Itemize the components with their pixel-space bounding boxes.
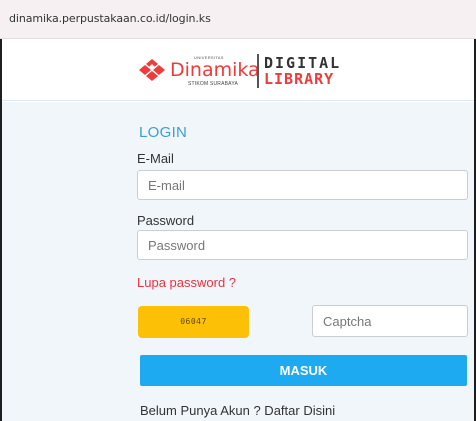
logo-subtitle: STIKOM SURABAYA: [188, 81, 239, 87]
captcha-code: 06047: [180, 317, 207, 326]
captcha-input[interactable]: [312, 305, 468, 337]
captcha-image: 06047: [138, 306, 249, 338]
logo-divider: [257, 54, 259, 88]
address-url[interactable]: dinamika.perpustakaan.co.id/login.ks: [9, 12, 211, 25]
logo-name: Dinamika: [170, 59, 260, 81]
login-title: LOGIN: [139, 124, 188, 141]
logo-library-text: LIBRARY: [264, 70, 335, 88]
address-bar[interactable]: dinamika.perpustakaan.co.id/login.ks: [0, 0, 476, 39]
digital-library-logo[interactable]: UNIVERSITAS Dinamika STIKOM SURABAYA DIG…: [136, 54, 339, 90]
register-link[interactable]: Belum Punya Akun ? Daftar Disini: [140, 403, 335, 418]
password-field[interactable]: [137, 230, 468, 260]
password-label: Password: [137, 213, 195, 228]
login-submit-button[interactable]: MASUK: [140, 355, 467, 386]
email-label: E-Mail: [137, 151, 174, 166]
forgot-password-link[interactable]: Lupa password ?: [137, 275, 236, 290]
dinamika-logo-icon: [139, 59, 165, 81]
email-field[interactable]: [137, 170, 468, 200]
